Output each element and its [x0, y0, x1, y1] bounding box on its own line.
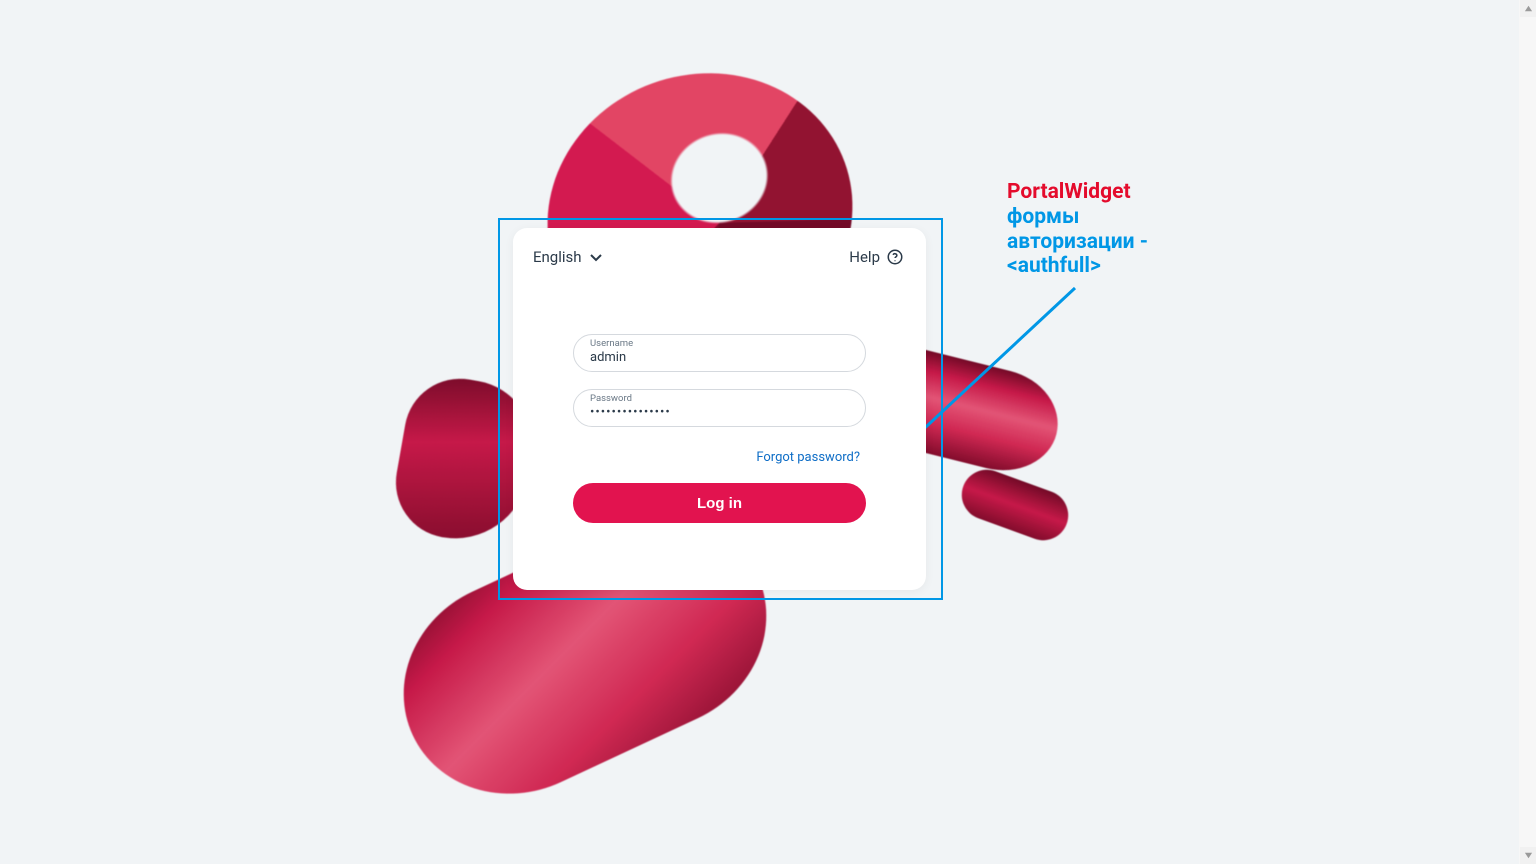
help-link[interactable]: Help: [849, 248, 904, 266]
chevron-down-icon: [588, 249, 604, 265]
scroll-up-button[interactable]: [1520, 0, 1536, 17]
login-card: English Help Username Password: [513, 228, 926, 590]
help-circle-icon: [886, 248, 904, 266]
username-field-wrap[interactable]: Username: [573, 334, 866, 372]
scroll-down-button[interactable]: [1520, 847, 1536, 864]
username-input[interactable]: [590, 350, 849, 365]
annotation-title: PortalWidget: [1007, 180, 1148, 205]
username-label: Username: [590, 339, 633, 349]
password-field-wrap[interactable]: Password: [573, 389, 866, 427]
language-current: English: [533, 248, 582, 266]
annotation-label: PortalWidget формы авторизации - <authfu…: [1007, 180, 1148, 279]
language-selector[interactable]: English: [533, 248, 604, 266]
password-label: Password: [590, 394, 632, 404]
triangle-up-icon: [1524, 4, 1533, 13]
annotation-line: авторизации -: [1007, 230, 1148, 255]
card-header: English Help: [533, 248, 906, 266]
triangle-down-icon: [1524, 851, 1533, 860]
forgot-password-wrap: Forgot password?: [573, 446, 866, 465]
annotation-line: <authfull>: [1007, 254, 1148, 279]
password-input[interactable]: [590, 405, 849, 420]
help-label: Help: [849, 248, 880, 266]
login-button[interactable]: Log in: [573, 483, 866, 523]
forgot-password-link[interactable]: Forgot password?: [756, 450, 860, 465]
scrollbar-vertical[interactable]: [1519, 0, 1536, 864]
login-form: Username Password Forgot password? Log i…: [533, 266, 906, 523]
paint-stroke: [955, 463, 1075, 548]
paint-swirl-hole: [0, 0, 95, 95]
annotation-line: формы: [1007, 205, 1148, 230]
